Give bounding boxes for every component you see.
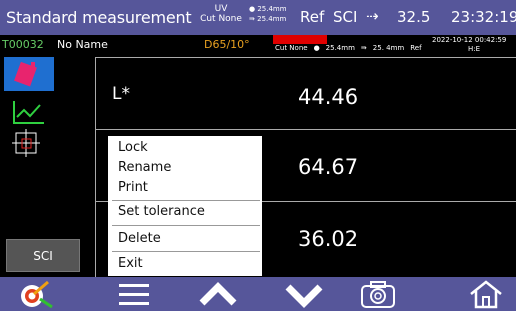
reading-value: 44.46 [298, 85, 359, 109]
lightness-label: L* [112, 84, 130, 104]
grid-divider [95, 129, 516, 130]
color-data-tab[interactable] [4, 57, 54, 91]
menu-separator [112, 225, 260, 226]
color-swatch [273, 35, 327, 44]
camera-icon[interactable] [358, 279, 398, 309]
illuminant-observer: D65/10° [204, 38, 250, 51]
color-card-icon [14, 61, 37, 87]
aperture-dot-icon: ● [249, 5, 256, 13]
sample-name: No Name [57, 38, 108, 51]
reference-meta: Cut None ● 25.4mm ⇛ 25. 4mm Ref [275, 44, 422, 52]
page-title: Standard measurement [6, 8, 192, 27]
menu-icon[interactable] [114, 279, 154, 309]
menu-item-set-tolerance[interactable]: Set tolerance [118, 204, 205, 219]
reading-value: 64.67 [298, 155, 359, 179]
menu-item-rename[interactable]: Rename [118, 160, 171, 175]
menu-item-delete[interactable]: Delete [118, 231, 161, 246]
aperture-indicator: ● 25.4mm ⇛ 25.4mm [249, 5, 287, 23]
chart-tab[interactable] [4, 95, 54, 129]
bottom-toolbar [0, 277, 516, 311]
usb-icon: ⇢ [366, 7, 379, 25]
reading-value: 36.02 [298, 227, 359, 251]
menu-separator [112, 200, 260, 201]
aperture-arrow-icon: ⇛ [249, 15, 255, 23]
temperature-readout: 32.5 [397, 8, 431, 26]
sample-info-bar: T00032 No Name D65/10° Cut None ● 25.4mm ⇛ 2… [0, 35, 516, 54]
clock: 23:32:19 [451, 8, 516, 26]
aperture-arrow-icon: ⇛ [360, 44, 367, 52]
sample-id: T00032 [2, 38, 44, 51]
ref-indicator: Ref [300, 8, 325, 26]
reference-datetime: 2022-10-12 00:42:59 [432, 36, 507, 44]
color-space-tab[interactable] [4, 127, 54, 161]
home-icon[interactable] [466, 279, 506, 309]
menu-item-exit[interactable]: Exit [118, 256, 143, 271]
sci-button[interactable]: SCI [6, 239, 80, 272]
crosshair-icon [12, 129, 40, 157]
menu-item-lock[interactable]: Lock [118, 140, 148, 155]
status-bar: Standard measurement UV Cut None ● 25.4m… [0, 0, 516, 35]
line-chart-icon [13, 101, 44, 124]
down-arrow-icon[interactable] [284, 279, 324, 309]
up-arrow-icon[interactable] [198, 279, 238, 309]
aperture-dot-icon: ● [313, 44, 320, 52]
grid-divider [95, 57, 96, 277]
uv-indicator: UV Cut None [200, 4, 242, 24]
measure-target-icon[interactable] [16, 279, 56, 309]
menu-item-print[interactable]: Print [118, 180, 148, 195]
reference-he: H:E [468, 45, 481, 53]
context-menu: Lock Rename Print Set tolerance Delete E… [108, 136, 262, 276]
menu-separator [112, 251, 260, 252]
mode-indicator: SCI [333, 8, 358, 26]
grid-divider [95, 57, 516, 58]
